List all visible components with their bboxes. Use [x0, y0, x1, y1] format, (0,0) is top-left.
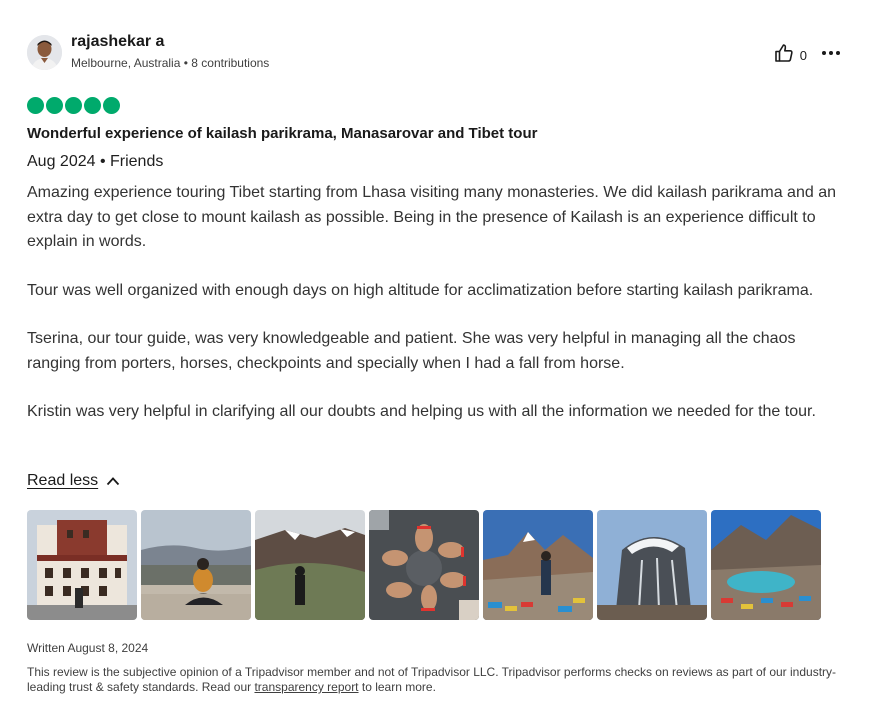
review-photo-friends-hands[interactable] [369, 510, 479, 620]
review-header: rajashekar a Melbourne, Australia • 8 co… [27, 33, 847, 73]
review-paragraph: Tserina, our tour guide, was very knowle… [27, 330, 796, 372]
review-photo-lake[interactable] [711, 510, 821, 620]
disclaimer-text-end: to learn more. [358, 680, 436, 694]
bubble-rating [27, 97, 120, 114]
helpful-count: 0 [799, 48, 807, 63]
review-photo-mountain-hike[interactable] [255, 510, 365, 620]
chevron-up-icon [106, 477, 120, 486]
transparency-report-link[interactable]: transparency report [254, 680, 358, 694]
review-title[interactable]: Wonderful experience of kailash parikram… [27, 125, 537, 142]
rating-bubble-icon [46, 97, 63, 114]
user-meta: Melbourne, Australia • 8 contributions [71, 56, 270, 70]
thumbs-up-icon [774, 43, 794, 68]
rating-bubble-icon [27, 97, 44, 114]
more-options-icon [822, 51, 840, 55]
review-photo-mount-kailash[interactable] [597, 510, 707, 620]
read-less-button[interactable]: Read less [27, 472, 120, 490]
review-photo-valley-view[interactable] [141, 510, 251, 620]
review-paragraph: Tour was well organized with enough days… [27, 281, 814, 299]
rating-bubble-icon [65, 97, 82, 114]
rating-bubble-icon [103, 97, 120, 114]
review-body: Amazing experience touring Tibet startin… [27, 181, 852, 449]
written-date: Written August 8, 2024 [27, 641, 149, 655]
review-paragraph: Amazing experience touring Tibet startin… [27, 184, 836, 250]
more-options-button[interactable] [821, 43, 841, 68]
review-photo-monastery[interactable] [27, 510, 137, 620]
review-disclaimer: This review is the subjective opinion of… [27, 665, 842, 695]
helpful-vote-button[interactable]: 0 [774, 43, 807, 68]
user-name[interactable]: rajashekar a [71, 33, 164, 51]
rating-bubble-icon [84, 97, 101, 114]
avatar[interactable] [27, 35, 62, 70]
review-photo-kailash-view[interactable] [483, 510, 593, 620]
review-photos [27, 510, 821, 620]
trip-info: Aug 2024 • Friends [27, 153, 164, 170]
review-paragraph: Kristin was very helpful in clarifying a… [27, 403, 816, 420]
read-less-label: Read less [27, 472, 99, 489]
